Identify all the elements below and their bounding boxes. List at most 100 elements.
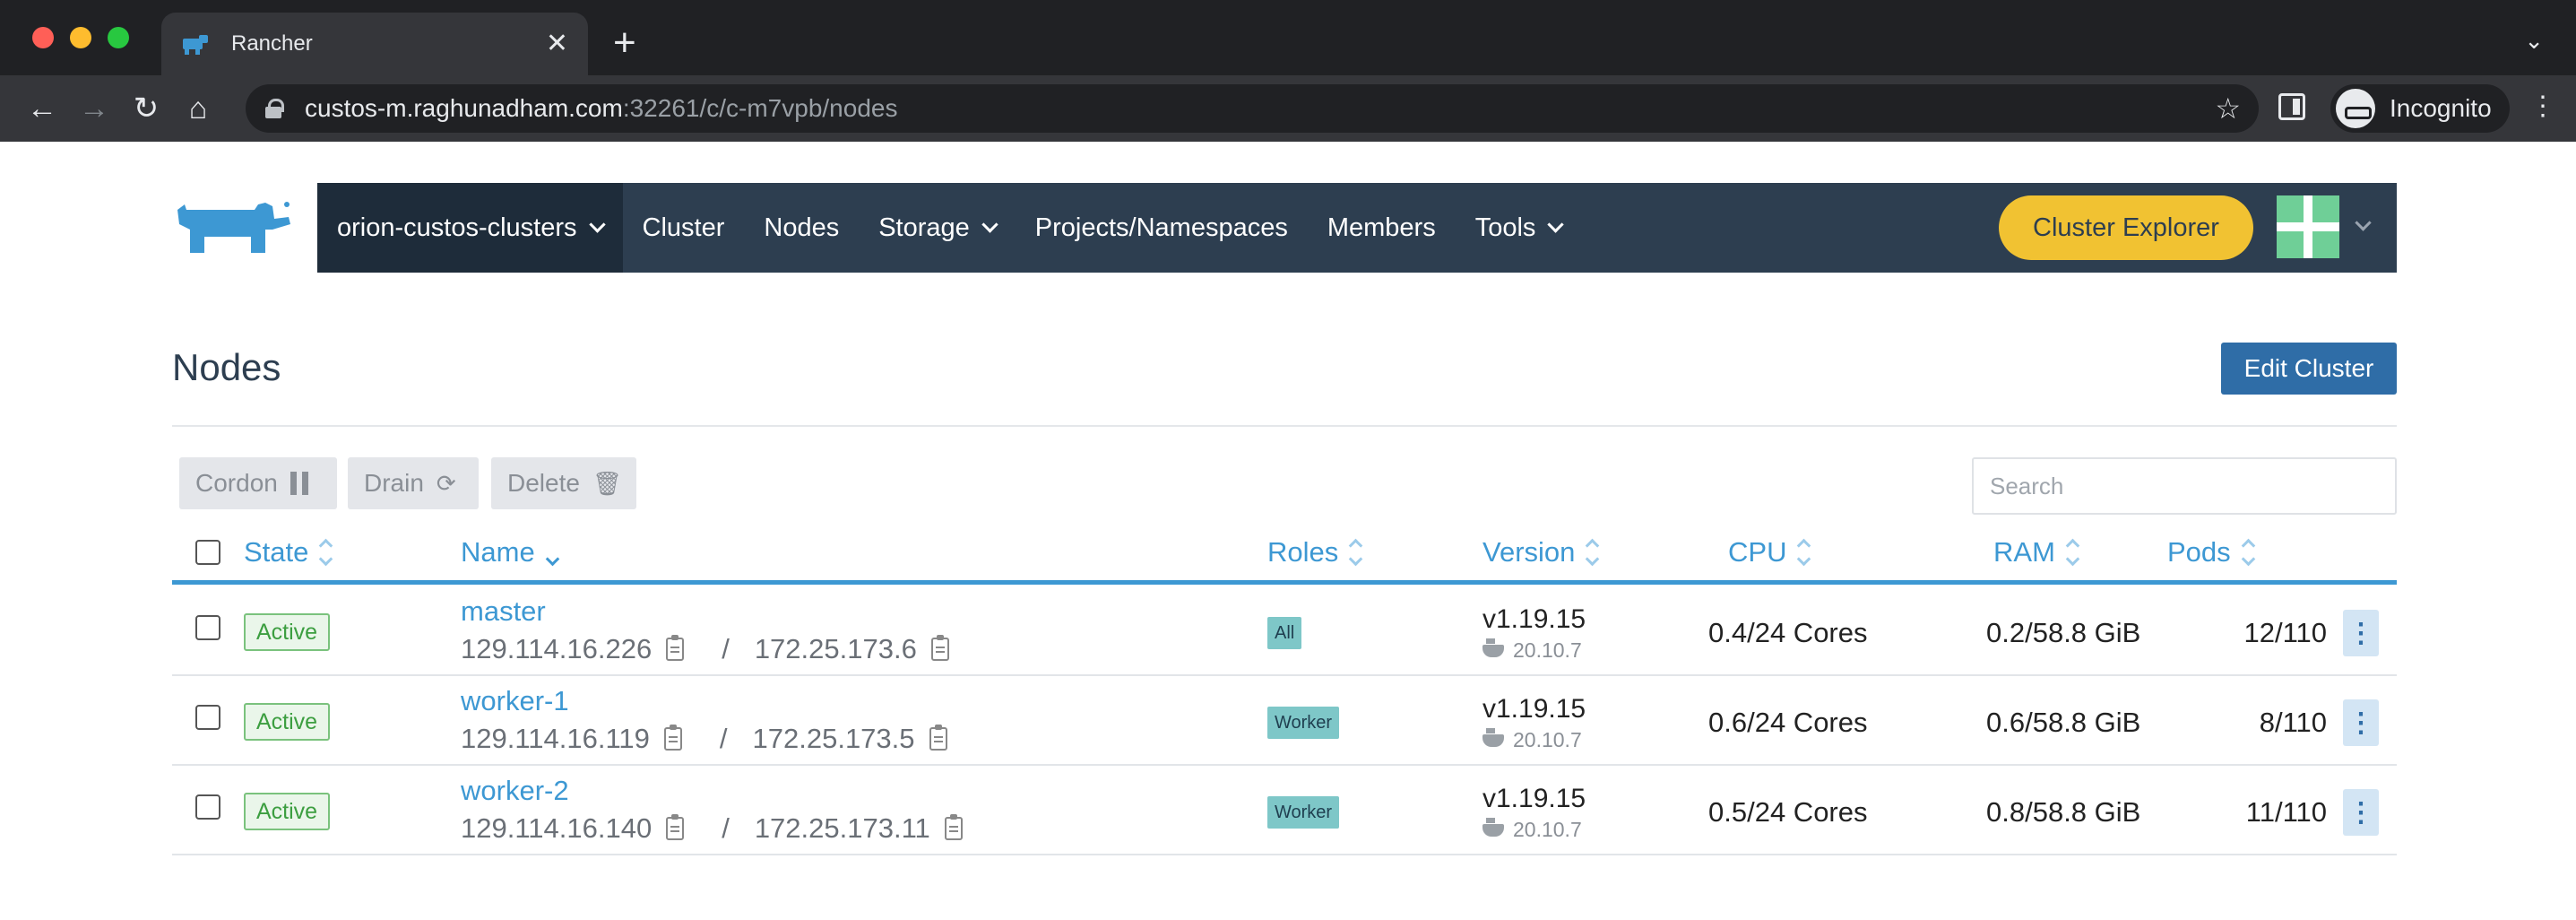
docker-whale-icon bbox=[1482, 727, 1504, 747]
window-controls bbox=[32, 27, 129, 48]
docker-version-value: 20.10.7 bbox=[1513, 728, 1582, 751]
nav-cluster[interactable]: Cluster bbox=[643, 213, 725, 243]
public-ip: 129.114.16.226 bbox=[461, 633, 653, 664]
nav-nodes[interactable]: Nodes bbox=[764, 213, 839, 243]
copy-clipboard-icon[interactable] bbox=[930, 635, 949, 661]
row-actions-kebab-icon[interactable]: ⋮ bbox=[2343, 610, 2379, 656]
close-tab-icon[interactable]: ✕ bbox=[546, 30, 568, 57]
col-roles-label: Roles bbox=[1267, 536, 1339, 568]
cpu-usage: 0.5/24 Cores bbox=[1708, 796, 1868, 828]
col-ram-header[interactable]: RAM bbox=[1993, 536, 2080, 568]
public-ip: 129.114.16.119 bbox=[461, 723, 650, 754]
drain-button[interactable]: Drain ⟳ bbox=[348, 457, 479, 509]
cpu-usage: 0.4/24 Cores bbox=[1708, 617, 1868, 648]
kube-version: v1.19.15 bbox=[1482, 604, 1586, 634]
forward-arrow-icon[interactable]: → bbox=[68, 93, 120, 124]
lock-icon[interactable] bbox=[265, 99, 284, 118]
docker-whale-icon bbox=[1482, 817, 1504, 837]
row-actions-kebab-icon[interactable]: ⋮ bbox=[2343, 789, 2379, 836]
maximize-window-button[interactable] bbox=[108, 27, 129, 48]
nav-storage[interactable]: Storage bbox=[878, 213, 998, 243]
browser-tab[interactable]: Rancher ✕ bbox=[161, 13, 588, 75]
address-bar[interactable]: custos-m.raghunadham.com:32261/c/c-m7vpb… bbox=[246, 84, 2259, 133]
drain-label: Drain bbox=[364, 469, 424, 497]
table-row: Active master 129.114.16.226 / 172.25.17… bbox=[172, 586, 2397, 676]
row-checkbox[interactable] bbox=[195, 705, 220, 730]
node-name-link[interactable]: master bbox=[461, 595, 546, 628]
nav-members[interactable]: Members bbox=[1327, 213, 1436, 243]
docker-whale-icon bbox=[1482, 638, 1504, 657]
node-name-link[interactable]: worker-1 bbox=[461, 685, 569, 717]
copy-clipboard-icon[interactable] bbox=[944, 814, 963, 840]
docker-version-value: 20.10.7 bbox=[1513, 818, 1582, 841]
chevron-down-icon bbox=[588, 216, 606, 233]
copy-clipboard-icon[interactable] bbox=[929, 725, 947, 751]
role-badge: Worker bbox=[1267, 707, 1340, 739]
incognito-label: Incognito bbox=[2390, 94, 2492, 122]
rancher-logo-icon[interactable] bbox=[172, 197, 298, 256]
copy-clipboard-icon[interactable] bbox=[663, 725, 682, 751]
cluster-selector[interactable]: orion-custos-clusters bbox=[317, 183, 623, 273]
minimize-window-button[interactable] bbox=[70, 27, 91, 48]
copy-clipboard-icon[interactable] bbox=[666, 814, 685, 840]
pods-count: 12/110 bbox=[2243, 617, 2327, 648]
cpu-usage: 0.6/24 Cores bbox=[1708, 707, 1868, 738]
new-tab-icon[interactable]: + bbox=[613, 23, 636, 63]
docker-version: 20.10.7 bbox=[1482, 817, 1582, 842]
delete-button[interactable]: Delete 🗑 bbox=[491, 457, 636, 509]
tab-strip: Rancher ✕ + ⌄ bbox=[0, 0, 2576, 75]
edit-cluster-button[interactable]: Edit Cluster bbox=[2221, 343, 2397, 395]
browser-menu-icon[interactable]: ⋮ bbox=[2529, 93, 2556, 120]
col-cpu-header[interactable]: CPU bbox=[1728, 536, 1811, 568]
nav-storage-label: Storage bbox=[878, 213, 970, 242]
node-ips: 129.114.16.140 / 172.25.173.11 bbox=[461, 812, 963, 845]
cordon-label: Cordon bbox=[195, 469, 278, 497]
user-menu-chevron-icon[interactable] bbox=[2355, 214, 2372, 231]
close-window-button[interactable] bbox=[32, 27, 54, 48]
cluster-explorer-button[interactable]: Cluster Explorer bbox=[1999, 195, 2253, 260]
side-panel-icon[interactable] bbox=[2278, 93, 2305, 120]
copy-clipboard-icon[interactable] bbox=[666, 635, 685, 661]
sort-icon bbox=[1797, 538, 1811, 567]
user-avatar[interactable] bbox=[2277, 195, 2339, 258]
page-title: Nodes bbox=[172, 346, 281, 388]
node-name-link[interactable]: worker-2 bbox=[461, 775, 569, 807]
select-all-checkbox[interactable] bbox=[195, 540, 220, 565]
ram-usage: 0.6/58.8 GiB bbox=[1986, 707, 2141, 738]
docker-version-value: 20.10.7 bbox=[1513, 638, 1582, 662]
incognito-profile-button[interactable]: Incognito bbox=[2330, 84, 2510, 133]
kube-version: v1.19.15 bbox=[1482, 694, 1586, 724]
status-badge: Active bbox=[244, 613, 331, 651]
col-roles-header[interactable]: Roles bbox=[1267, 536, 1363, 568]
col-version-header[interactable]: Version bbox=[1482, 536, 1600, 568]
row-actions-kebab-icon[interactable]: ⋮ bbox=[2343, 699, 2379, 746]
private-ip: 172.25.173.5 bbox=[752, 723, 915, 754]
ram-usage: 0.2/58.8 GiB bbox=[1986, 617, 2141, 648]
back-arrow-icon[interactable]: ← bbox=[16, 93, 68, 124]
cluster-name: orion-custos-clusters bbox=[337, 213, 577, 242]
col-state-header[interactable]: State bbox=[244, 536, 333, 568]
search-input[interactable] bbox=[1972, 457, 2397, 515]
tab-search-chevron-icon[interactable]: ⌄ bbox=[2524, 27, 2544, 55]
drain-spinner-icon: ⟳ bbox=[436, 469, 456, 497]
reload-icon[interactable]: ↻ bbox=[120, 93, 172, 124]
chevron-down-icon bbox=[981, 216, 998, 233]
col-cpu-label: CPU bbox=[1728, 536, 1787, 568]
col-name-label: Name bbox=[461, 536, 535, 568]
row-checkbox[interactable] bbox=[195, 615, 220, 640]
col-name-header[interactable]: Name bbox=[461, 536, 559, 568]
pods-count: 8/110 bbox=[2259, 707, 2327, 738]
header-divider bbox=[172, 425, 2397, 427]
ip-separator: / bbox=[722, 812, 730, 844]
pause-icon bbox=[290, 472, 308, 495]
incognito-icon bbox=[2336, 89, 2375, 128]
home-icon[interactable]: ⌂ bbox=[172, 93, 224, 124]
cluster-nav-bar: orion-custos-clusters Cluster Nodes Stor… bbox=[317, 183, 2397, 273]
private-ip: 172.25.173.11 bbox=[754, 812, 930, 844]
cordon-button[interactable]: Cordon bbox=[179, 457, 337, 509]
nav-tools[interactable]: Tools bbox=[1475, 213, 1565, 243]
row-checkbox[interactable] bbox=[195, 794, 220, 820]
col-pods-header[interactable]: Pods bbox=[2167, 536, 2255, 568]
nav-projects-namespaces[interactable]: Projects/Namespaces bbox=[1035, 213, 1288, 243]
bookmark-star-icon[interactable]: ☆ bbox=[2215, 91, 2241, 126]
